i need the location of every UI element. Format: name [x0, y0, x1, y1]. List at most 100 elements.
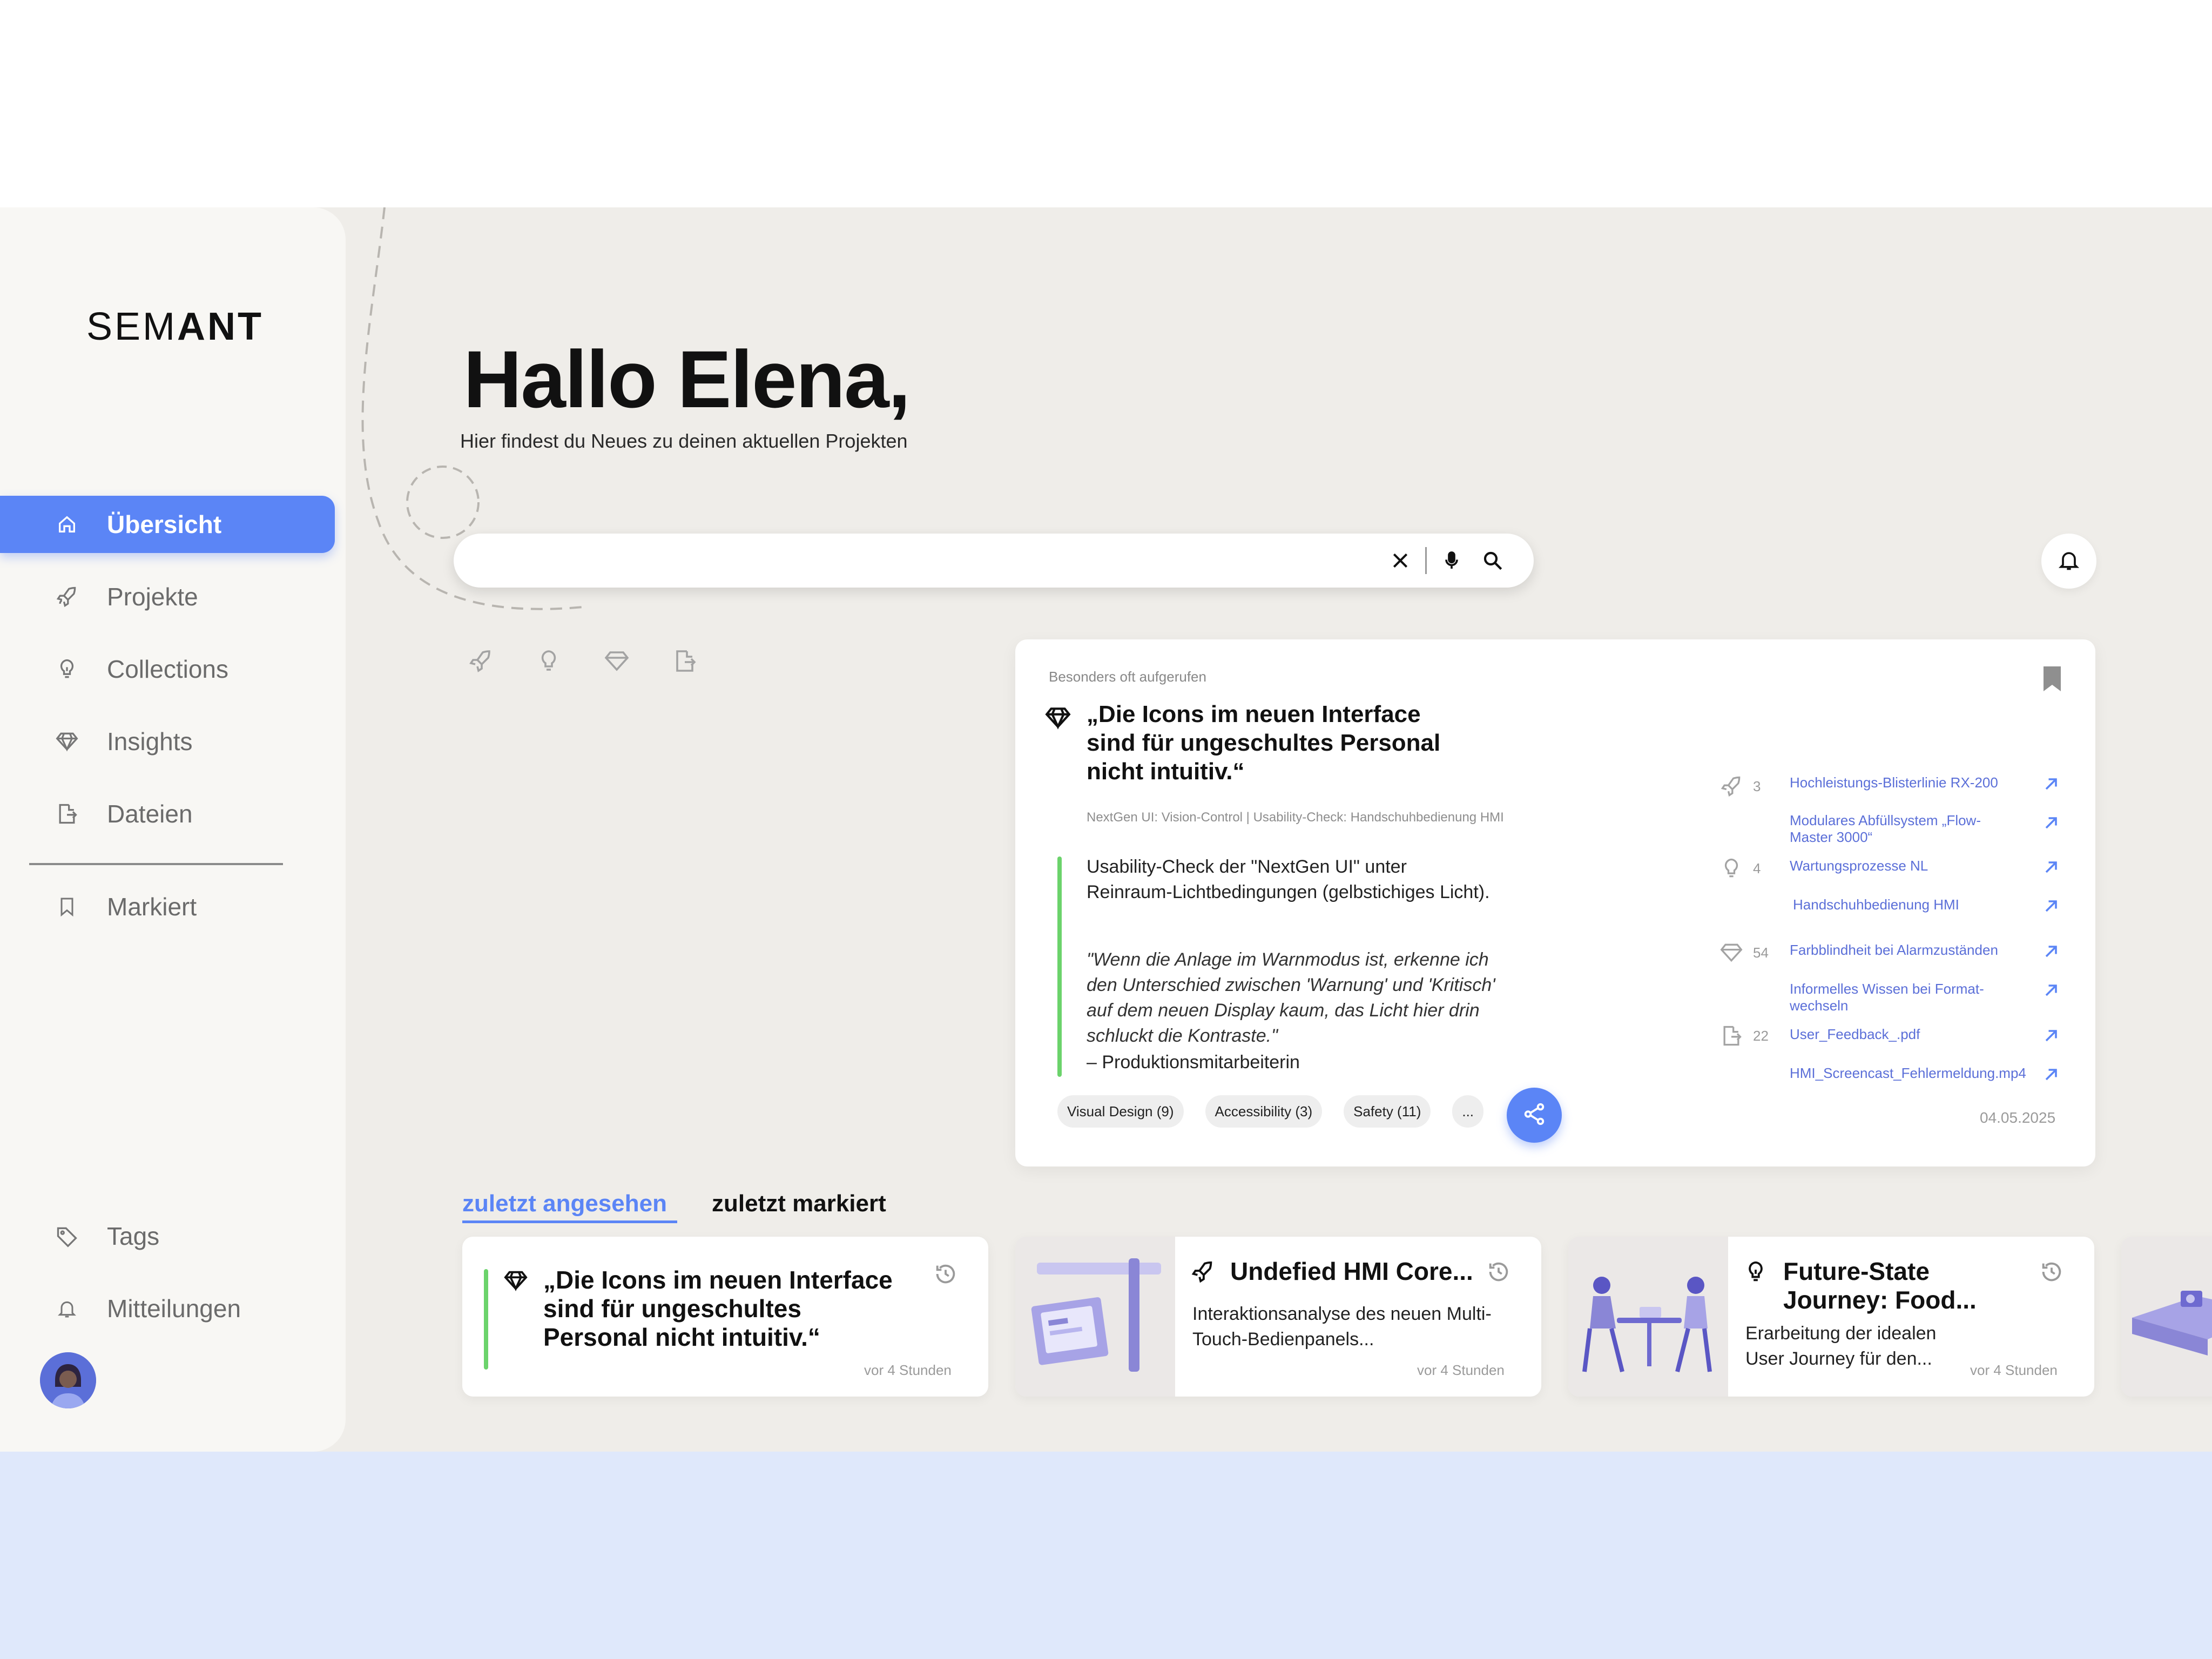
tag-chip[interactable]: Visual Design (9) [1057, 1095, 1184, 1128]
external-arrow-icon[interactable] [2041, 1065, 2063, 1087]
top-margin [0, 0, 2212, 207]
related-count: 54 [1753, 944, 1769, 961]
recent-card-thumbnail [2121, 1237, 2212, 1397]
search-input[interactable] [481, 544, 1291, 577]
recent-card-time: vor 4 Stunden [1417, 1362, 1505, 1378]
recent-card-description: Erarbeitung der idealen User Journey für… [1745, 1323, 1937, 1369]
external-arrow-icon[interactable] [2041, 981, 2063, 1002]
lightbulb-icon [1743, 1259, 1770, 1286]
related-count: 4 [1753, 860, 1761, 876]
sidebar-item-collections[interactable]: Collections [0, 640, 335, 698]
recent-card-title: „Die Icons im neuen Interface sind für u… [543, 1266, 893, 1351]
tab-zuletzt-markiert[interactable]: zuletzt markiert [712, 1190, 886, 1217]
rocket-icon [1190, 1259, 1217, 1286]
sidebar-item-dateien[interactable]: Dateien [0, 785, 335, 842]
bell-icon [2057, 548, 2081, 575]
search-icon[interactable] [1476, 544, 1509, 577]
sidebar-item-label: Collections [107, 655, 228, 683]
file-export-icon[interactable] [670, 646, 700, 676]
rocket-icon[interactable] [466, 646, 496, 676]
card-eyebrow: Besonders oft aufgerufen [1049, 669, 1206, 685]
gem-icon [54, 729, 80, 754]
related-files: 22 [1717, 1022, 1769, 1050]
search-separator [1425, 547, 1427, 574]
more-tags-button[interactable]: ... [1452, 1095, 1484, 1128]
active-tab-indicator [462, 1220, 677, 1223]
external-arrow-icon[interactable] [2041, 942, 2063, 963]
external-arrow-icon[interactable] [2041, 896, 2063, 918]
external-arrow-icon[interactable] [2041, 858, 2063, 879]
sidebar-item-tags[interactable]: Tags [0, 1208, 335, 1265]
bell-icon [54, 1296, 80, 1321]
lightbulb-icon[interactable] [534, 646, 564, 676]
related-link[interactable]: Wartungsprozesse NL [1790, 858, 2017, 874]
external-arrow-icon[interactable] [2041, 1026, 2063, 1048]
bookmark-icon[interactable] [2041, 665, 2063, 692]
gem-icon [1717, 939, 1745, 967]
recent-card-time: vor 4 Stunden [864, 1362, 952, 1378]
recent-card[interactable]: „Die Icons im neuen Interface sind für u… [462, 1237, 988, 1397]
app-logo[interactable]: SEMANT [86, 305, 264, 349]
history-icon[interactable] [2039, 1259, 2065, 1285]
microphone-icon[interactable] [1435, 544, 1468, 577]
status-bar [1057, 857, 1062, 1077]
sidebar: SEMANT Übersicht Projekte Collections In… [0, 207, 346, 1452]
share-button[interactable] [1507, 1088, 1562, 1143]
related-link[interactable]: Hochleistungs-Blisterlinie RX-200 [1790, 774, 2017, 791]
sidebar-item-projekte[interactable]: Projekte [0, 568, 335, 625]
related-count: 3 [1753, 778, 1761, 794]
insight-description: Usability-Check der "NextGen UI" unter R… [1087, 857, 1490, 902]
avatar[interactable] [40, 1352, 96, 1408]
file-export-icon [54, 801, 80, 827]
sidebar-item-label: Insights [107, 727, 193, 756]
app-window: SEMANT Übersicht Projekte Collections In… [0, 207, 2212, 1452]
insight-title: „Die Icons im neuen Interface sind für u… [1087, 701, 1441, 785]
gem-icon [1044, 704, 1075, 734]
share-icon [1522, 1102, 1547, 1129]
lightbulb-icon [1717, 854, 1745, 882]
recent-card-title: Undefied HMI Core... [1230, 1257, 1473, 1285]
related-link[interactable]: Informelles Wissen bei Format-wechseln [1790, 981, 2017, 1014]
sidebar-item-insights[interactable]: Insights [0, 713, 335, 770]
recent-card-partial[interactable] [2121, 1237, 2212, 1397]
related-insights: 54 [1717, 939, 1769, 967]
page-subtitle: Hier findest du Neues zu deinen aktuelle… [460, 430, 908, 452]
insight-date: 04.05.2025 [1980, 1109, 2056, 1126]
sidebar-item-label: Tags [107, 1222, 160, 1250]
related-link[interactable]: Modulares Abfüllsystem „Flow-Master 3000… [1790, 812, 2017, 846]
tab-zuletzt-angesehen[interactable]: zuletzt angesehen [462, 1190, 667, 1217]
history-icon[interactable] [1486, 1259, 1512, 1285]
insight-quote: "Wenn die Anlage im Warnmodus ist, erken… [1087, 949, 1495, 1046]
tag-chip[interactable]: Safety (11) [1344, 1095, 1431, 1128]
sidebar-item-mitteilungen[interactable]: Mitteilungen [0, 1280, 335, 1337]
recent-card[interactable]: Undefied HMI Core... Interaktionsanalyse… [1015, 1237, 1541, 1397]
search-bar [454, 534, 1534, 588]
page-title: Hallo Elena, [463, 334, 911, 424]
sidebar-item-uebersicht[interactable]: Übersicht [0, 496, 335, 553]
related-collections: 4 [1717, 854, 1761, 882]
history-icon[interactable] [933, 1262, 959, 1287]
related-link[interactable]: Handschuhbedienung HMI [1793, 896, 2020, 913]
featured-insight-card[interactable]: Besonders oft aufgerufen „Die Icons im n… [1015, 639, 2095, 1166]
related-link[interactable]: HMI_Screencast_Fehlermeldung.mp4 [1790, 1065, 2026, 1082]
tag-chip[interactable]: Accessibility (3) [1205, 1095, 1323, 1128]
related-link[interactable]: Farbblindheit bei Alarmzuständen [1790, 942, 2017, 959]
notifications-button[interactable] [2041, 534, 2096, 589]
external-arrow-icon[interactable] [2041, 813, 2063, 835]
gem-icon [503, 1268, 530, 1295]
bookmark-icon [54, 894, 80, 920]
clear-icon[interactable] [1384, 544, 1417, 577]
filter-icons [466, 646, 700, 676]
file-export-icon [1717, 1022, 1745, 1050]
sidebar-item-label: Mitteilungen [107, 1294, 241, 1323]
related-link[interactable]: User_Feedback_.pdf [1790, 1026, 2017, 1043]
sidebar-item-label: Dateien [107, 800, 193, 828]
recent-card-time: vor 4 Stunden [1970, 1362, 2058, 1378]
gem-icon[interactable] [602, 646, 632, 676]
insight-meta: NextGen UI: Vision-Control | Usability-C… [1087, 810, 1504, 825]
recent-card[interactable]: Future-State Journey: Food... Erarbeitun… [1568, 1237, 2094, 1397]
sidebar-item-markiert[interactable]: Markiert [0, 878, 335, 935]
insight-author: – Produktionsmitarbeiterin [1087, 1052, 1300, 1073]
external-arrow-icon[interactable] [2041, 774, 2063, 796]
related-projects: 3 [1717, 772, 1761, 800]
